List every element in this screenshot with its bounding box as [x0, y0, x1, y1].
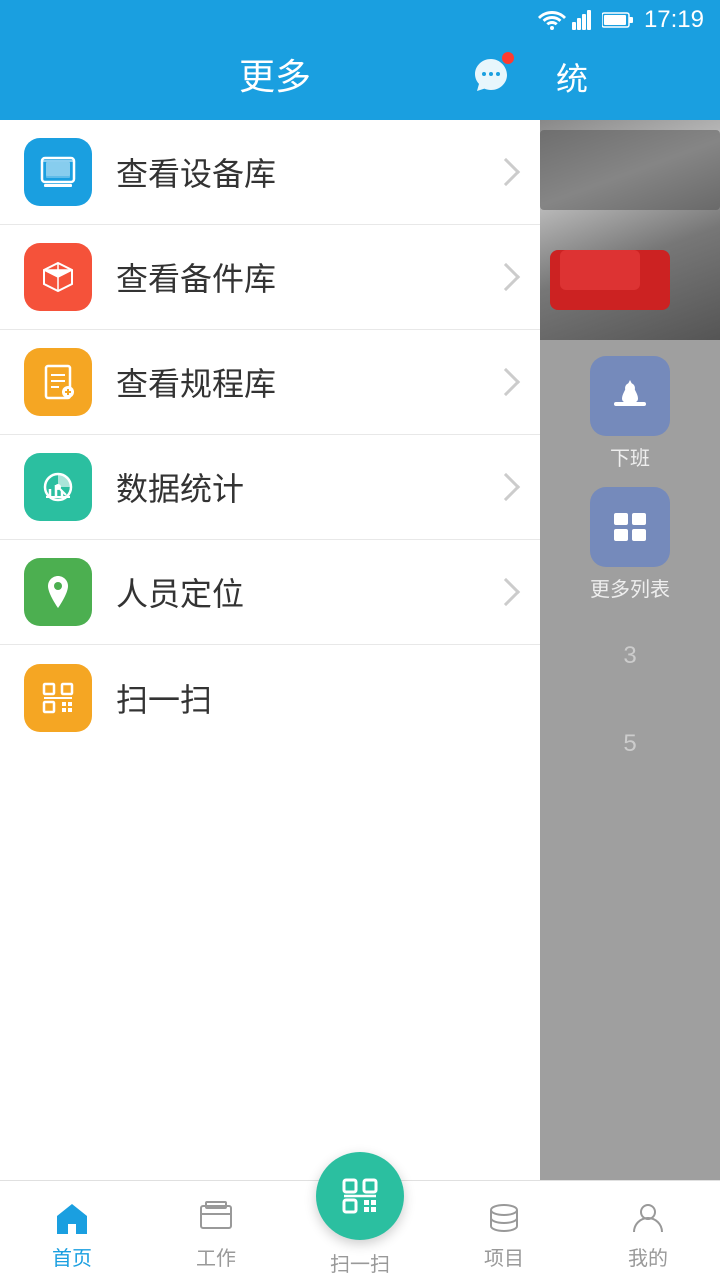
- equipment-icon-wrap: [24, 138, 92, 206]
- status-bar: 17:19: [0, 0, 720, 40]
- home-nav-icon: [52, 1198, 92, 1238]
- rules-label: 查看规程库: [116, 359, 496, 405]
- nav-item-scan[interactable]: 扫一扫: [288, 1144, 432, 1277]
- right-panel-number-5: 5: [556, 730, 704, 758]
- work-nav-icon: [196, 1198, 236, 1238]
- equipment-chevron: [492, 158, 520, 186]
- off-duty-label: 下班: [610, 442, 650, 471]
- nav-item-home[interactable]: 首页: [0, 1190, 144, 1271]
- doc-icon: [38, 362, 78, 402]
- menu-item-stats[interactable]: 数据统计: [0, 435, 540, 540]
- scan-center-circle: [316, 1152, 404, 1240]
- nav-item-mine[interactable]: 我的: [576, 1190, 720, 1271]
- rules-icon-wrap: [24, 348, 92, 416]
- right-panel: 统 下班: [540, 0, 720, 1280]
- parts-chevron: [492, 263, 520, 291]
- location-label: 人员定位: [116, 569, 496, 615]
- project-nav-icon: [484, 1198, 524, 1238]
- scan-menu-icon: [38, 678, 78, 718]
- right-panel-image: [540, 120, 720, 340]
- status-time: 17:19: [644, 6, 704, 34]
- location-chevron: [492, 578, 520, 606]
- menu-item-parts[interactable]: 查看备件库: [0, 225, 540, 330]
- menu-item-equipment[interactable]: 查看设备库: [0, 120, 540, 225]
- stats-chevron: [492, 473, 520, 501]
- bottom-nav: 首页 工作 扫一扫: [0, 1180, 720, 1280]
- chat-button[interactable]: [466, 50, 516, 100]
- more-list-icon-box: [590, 487, 670, 567]
- wifi-icon: [538, 10, 566, 30]
- battery-icon: [602, 11, 634, 29]
- location-icon-wrap: [24, 558, 92, 626]
- parts-label: 查看备件库: [116, 254, 496, 300]
- pin-icon: [38, 572, 78, 612]
- stats-label: 数据统计: [116, 464, 496, 510]
- menu-item-scan[interactable]: 扫一扫: [0, 645, 540, 750]
- menu-item-location[interactable]: 人员定位: [0, 540, 540, 645]
- rules-chevron: [492, 368, 520, 396]
- off-duty-icon-box: [590, 356, 670, 436]
- scan-nav-icon: [336, 1172, 384, 1220]
- signal-icon: [572, 10, 596, 30]
- work-nav-label: 工作: [196, 1242, 236, 1271]
- right-panel-app-icons: 下班 更多列表 3 5: [540, 340, 720, 774]
- box-icon: [38, 257, 78, 297]
- more-list-icon: [606, 503, 654, 551]
- header-title: 更多: [239, 48, 311, 100]
- menu-panel: 查看设备库 查看备件库 查看规程库: [0, 120, 540, 1180]
- parts-icon-wrap: [24, 243, 92, 311]
- scan-icon-wrap: [24, 664, 92, 732]
- right-panel-icon-more-list[interactable]: 更多列表: [556, 487, 704, 602]
- scan-label: 扫一扫: [116, 675, 496, 721]
- home-nav-label: 首页: [52, 1242, 92, 1271]
- chat-badge: [502, 52, 514, 64]
- nav-item-project[interactable]: 项目: [432, 1190, 576, 1271]
- chart-icon: [38, 467, 78, 507]
- right-panel-title: 统: [556, 54, 588, 100]
- stats-icon-wrap: [24, 453, 92, 521]
- right-panel-icon-off-duty[interactable]: 下班: [556, 356, 704, 471]
- equipment-label: 查看设备库: [116, 149, 496, 195]
- status-bar-right: 17:19: [538, 6, 704, 34]
- right-panel-number-3: 3: [556, 642, 704, 670]
- mine-nav-icon: [628, 1198, 668, 1238]
- mine-nav-label: 我的: [628, 1242, 668, 1271]
- scan-nav-label: 扫一扫: [330, 1248, 390, 1277]
- off-duty-icon: [606, 372, 654, 420]
- project-nav-label: 项目: [484, 1242, 524, 1271]
- device-icon: [38, 152, 78, 192]
- more-list-label: 更多列表: [590, 573, 670, 602]
- menu-item-rules[interactable]: 查看规程库: [0, 330, 540, 435]
- nav-item-work[interactable]: 工作: [144, 1190, 288, 1271]
